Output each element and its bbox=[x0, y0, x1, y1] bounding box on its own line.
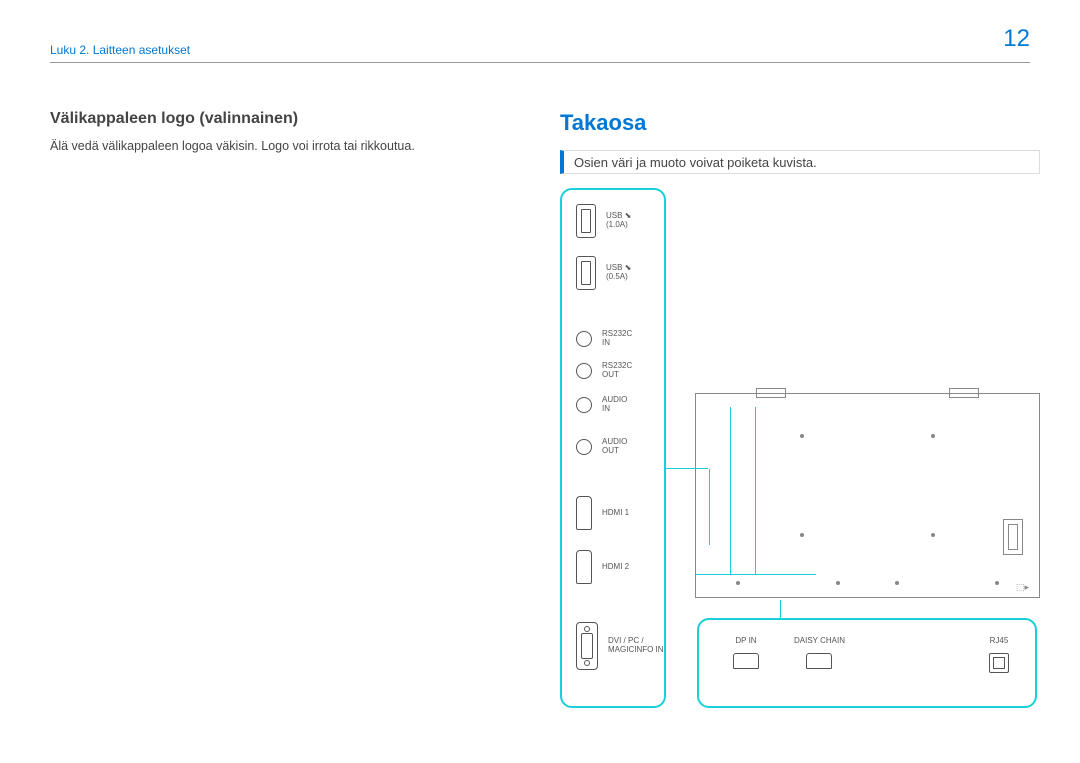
rs232c-out-label: RS232C OUT bbox=[602, 362, 632, 380]
jack-icon bbox=[576, 331, 592, 347]
audio-in-label: AUDIO IN bbox=[602, 396, 627, 414]
jack-icon bbox=[576, 363, 592, 379]
note-box: Osien väri ja muoto voivat poiketa kuvis… bbox=[560, 150, 1040, 174]
displayport-icon bbox=[806, 653, 832, 669]
port-block: USB ⬊ (1.0A) USB ⬊ (0.5A) RS232C bbox=[560, 188, 666, 708]
usb2-label: USB ⬊ (0.5A) bbox=[606, 264, 631, 282]
rear-side-heading: Takaosa bbox=[560, 110, 1040, 136]
dvi-label: DVI / PC / MAGICINFO IN bbox=[608, 637, 664, 655]
rj45-icon bbox=[989, 653, 1009, 673]
jack-icon bbox=[576, 397, 592, 413]
chapter-title: Luku 2. Laitteen asetukset bbox=[50, 43, 190, 57]
dsub-icon bbox=[576, 622, 598, 670]
page-number: 12 bbox=[1003, 25, 1030, 53]
hdmi-icon bbox=[576, 496, 592, 530]
hdmi2-label: HDMI 2 bbox=[602, 563, 629, 572]
header-divider bbox=[50, 62, 1030, 63]
bottom-port-block: DP IN DAISY CHAIN RJ45 bbox=[697, 618, 1037, 708]
connector-line bbox=[666, 468, 708, 469]
connector-line bbox=[780, 600, 781, 618]
power-socket-icon bbox=[1003, 519, 1023, 555]
hdmi-icon bbox=[576, 550, 592, 584]
hdmi1-label: HDMI 1 bbox=[602, 509, 629, 518]
dp-in-label: DP IN bbox=[733, 636, 759, 645]
tv-back-illustration: ⬚▸ bbox=[695, 393, 1040, 598]
rear-diagram: USB ⬊ (1.0A) USB ⬊ (0.5A) RS232C bbox=[560, 188, 1040, 718]
displayport-icon bbox=[733, 653, 759, 669]
spacer-logo-heading: Välikappaleen logo (valinnainen) bbox=[50, 110, 510, 128]
jack-icon bbox=[576, 439, 592, 455]
rj45-label: RJ45 bbox=[989, 636, 1009, 645]
spacer-logo-body: Älä vedä välikappaleen logoa väkisin. Lo… bbox=[50, 138, 510, 154]
kensington-icon: ⬚▸ bbox=[1016, 582, 1029, 593]
usb-port-icon bbox=[576, 256, 596, 290]
rs232c-in-label: RS232C IN bbox=[602, 330, 632, 348]
daisy-chain-label: DAISY CHAIN bbox=[794, 636, 845, 645]
usb1-label: USB ⬊ (1.0A) bbox=[606, 212, 631, 230]
usb-port-icon bbox=[576, 204, 596, 238]
note-text: Osien väri ja muoto voivat poiketa kuvis… bbox=[574, 155, 817, 170]
audio-out-label: AUDIO OUT bbox=[602, 438, 627, 456]
